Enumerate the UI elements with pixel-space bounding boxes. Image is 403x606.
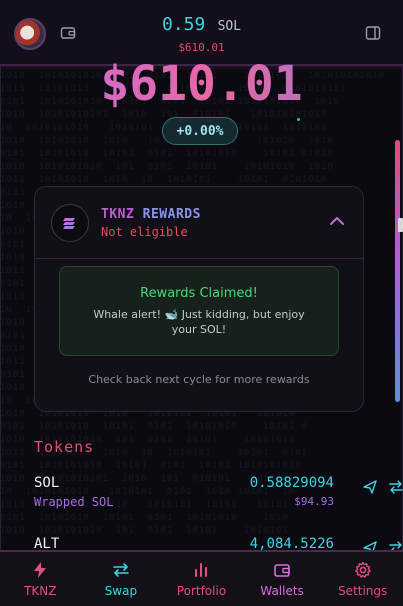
nav-wallets[interactable]: Wallets [242,552,323,606]
token-amount: 0.58829094 [249,475,334,491]
token-row-sol[interactable]: SOL Wrapped SOL 0.58829094 $94.93 [34,475,403,519]
tknz-logo-icon [51,204,89,242]
nav-label: Settings [338,584,388,598]
rewards-title-brand: TKNZ [101,207,135,222]
token-symbol: SOL [34,475,60,491]
sol-balance: 0.59 SOL [0,14,403,35]
nav-portfolio[interactable]: Portfolio [161,552,242,606]
nav-tknz[interactable]: TKNZ [0,552,81,606]
chevron-up-icon[interactable] [329,215,345,227]
portfolio-change-badge: +0.00% [162,117,238,145]
scrollbar[interactable] [395,140,400,402]
side-tab-handle[interactable] [398,218,403,232]
token-usd-value: $94.93 [294,495,334,508]
nav-label: Swap [104,584,138,598]
token-name: Wrapped SOL [34,495,114,509]
rewards-card: TKNZ REWARDS Not eligible Rewards Claime… [34,186,364,412]
rewards-claimed-box: Rewards Claimed! Whale alert! 🐋 Just kid… [59,266,339,356]
wallet-icon [274,564,290,577]
rewards-footer-note: Check back next cycle for more rewards [88,373,310,386]
swap-icon [113,563,129,577]
portfolio-total-value: $610.01 [0,56,403,112]
nav-settings[interactable]: Settings [322,552,403,606]
rewards-title-label: REWARDS [142,207,201,222]
swap-icon[interactable] [388,479,403,495]
bottom-nav: TKNZ Swap Portfolio Wallets Settings [0,550,403,606]
rewards-header[interactable]: TKNZ REWARDS Not eligible [35,187,363,259]
send-icon[interactable] [362,479,378,495]
nav-label: Portfolio [176,584,227,598]
sol-balance-value: 0.59 [161,14,206,35]
gear-icon [354,561,371,578]
chart-bars-icon [195,563,208,577]
rewards-title: TKNZ REWARDS [101,207,201,222]
lightning-icon [34,562,47,578]
tokens-heading: Tokens [34,438,95,456]
rewards-status: Not eligible [101,225,188,239]
usd-balance: $610.01 [178,41,225,54]
nav-label: Wallets [260,584,304,598]
nav-label: TKNZ [24,584,57,598]
nav-swap[interactable]: Swap [81,552,162,606]
status-dot [297,118,300,121]
sol-balance-unit: SOL [217,19,242,34]
rewards-claimed-title: Rewards Claimed! [140,286,258,301]
rewards-claimed-message: Whale alert! 🐋 Just kidding, but enjoy y… [93,308,305,336]
side-panel-icon[interactable] [365,25,381,41]
